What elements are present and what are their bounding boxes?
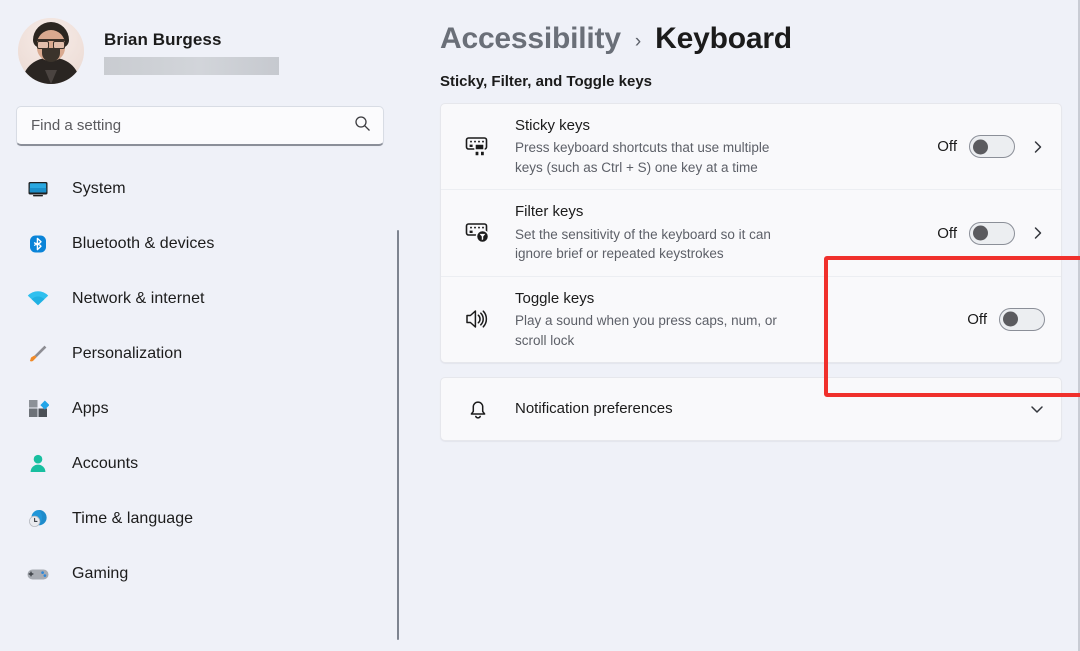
sidebar-item-label: Gaming	[72, 565, 129, 582]
search-input[interactable]	[31, 117, 354, 134]
sidebar-item-system[interactable]: System	[14, 170, 400, 208]
chevron-down-icon[interactable]	[1029, 401, 1045, 417]
section-heading: Sticky, Filter, and Toggle keys	[440, 73, 653, 90]
monitor-icon	[26, 177, 50, 201]
sidebar-item-personalization[interactable]: Personalization	[14, 335, 400, 373]
chevron-right-icon: ›	[634, 30, 642, 52]
setting-title: Filter keys	[515, 203, 584, 221]
filter-keys-icon	[461, 216, 495, 250]
sidebar-item-label: Accounts	[72, 455, 139, 472]
search-box[interactable]	[16, 106, 384, 146]
toggle-keys-toggle[interactable]	[999, 307, 1045, 331]
breadcrumb: Accessibility › Keyboard	[400, 0, 1080, 56]
notification-preferences-card[interactable]: Notification preferences	[440, 377, 1062, 442]
speaker-icon	[461, 302, 495, 336]
sidebar-item-label: Network & internet	[72, 290, 205, 307]
apps-icon	[26, 397, 50, 421]
toggle-state-label: Off	[937, 138, 957, 156]
user-avatar-photo[interactable]	[18, 18, 84, 84]
user-email-redacted	[104, 56, 279, 75]
user-name: Brian Burgess	[104, 29, 222, 49]
account-section[interactable]: Brian Burgess	[0, 0, 400, 86]
toggle-state-label: Off	[967, 310, 987, 328]
sidebar-item-label: Personalization	[72, 345, 183, 362]
game-controller-icon	[26, 562, 50, 586]
sidebar-item-apps[interactable]: Apps	[14, 390, 400, 428]
page-title: Keyboard	[655, 22, 792, 55]
sidebar: Brian Burgess Find a setting System Blue…	[0, 0, 400, 651]
sidebar-item-network-internet[interactable]: Network & internet	[14, 280, 400, 318]
chevron-right-icon[interactable]	[1031, 140, 1045, 154]
sidebar-item-label: Bluetooth & devices	[72, 235, 215, 252]
settings-window: Brian Burgess Find a setting System Blue…	[0, 0, 1080, 651]
sidebar-item-bluetooth-devices[interactable]: Bluetooth & devices	[14, 225, 400, 263]
person-icon	[26, 452, 50, 476]
setting-row-sticky-keys[interactable]: Sticky keys Press keyboard shortcuts tha…	[441, 104, 1061, 189]
sidebar-item-accounts[interactable]: Accounts	[14, 445, 400, 483]
bell-icon	[461, 392, 495, 426]
sticky-keys-toggle[interactable]	[969, 135, 1015, 159]
sidebar-item-label: System	[72, 180, 126, 197]
content-area: Accessibility › Keyboard Sticky, Filter,…	[400, 0, 1080, 651]
settings-cards: Sticky keys Press keyboard shortcuts tha…	[440, 103, 1062, 442]
notification-preferences-row[interactable]: Notification preferences	[441, 378, 1061, 440]
chevron-right-icon[interactable]	[1031, 226, 1045, 240]
wifi-icon	[26, 287, 50, 311]
bluetooth-icon	[26, 232, 50, 256]
breadcrumb-parent-link[interactable]: Accessibility	[440, 22, 621, 56]
setting-description: Press keyboard shortcuts that use multip…	[515, 140, 770, 175]
globe-clock-icon	[26, 507, 50, 531]
setting-row-toggle-keys[interactable]: Toggle keys Play a sound when you press …	[441, 275, 1061, 362]
sidebar-item-label: Time & language	[72, 510, 194, 527]
notification-preferences-title: Notification preferences	[515, 400, 673, 417]
sidebar-nav: System Bluetooth & devices Network & int…	[0, 170, 400, 593]
setting-description: Play a sound when you press caps, num, o…	[515, 313, 777, 348]
search-container	[16, 106, 384, 146]
filter-keys-toggle[interactable]	[969, 221, 1015, 245]
setting-title: Toggle keys	[515, 289, 595, 307]
sidebar-item-label: Apps	[72, 400, 109, 417]
setting-row-filter-keys[interactable]: Filter keys Set the sensitivity of the k…	[441, 189, 1061, 275]
sidebar-scrollbar[interactable]	[397, 230, 399, 640]
setting-title: Sticky keys	[515, 117, 591, 134]
search-icon[interactable]	[354, 115, 371, 137]
sidebar-item-gaming[interactable]: Gaming	[14, 555, 400, 593]
toggle-state-label: Off	[937, 224, 957, 242]
paintbrush-icon	[26, 342, 50, 366]
sticky-keys-icon	[461, 130, 495, 164]
keys-settings-card: Sticky keys Press keyboard shortcuts tha…	[440, 103, 1062, 364]
setting-description: Set the sensitivity of the keyboard so i…	[515, 226, 771, 262]
sidebar-item-time-language[interactable]: Time & language	[14, 500, 400, 538]
